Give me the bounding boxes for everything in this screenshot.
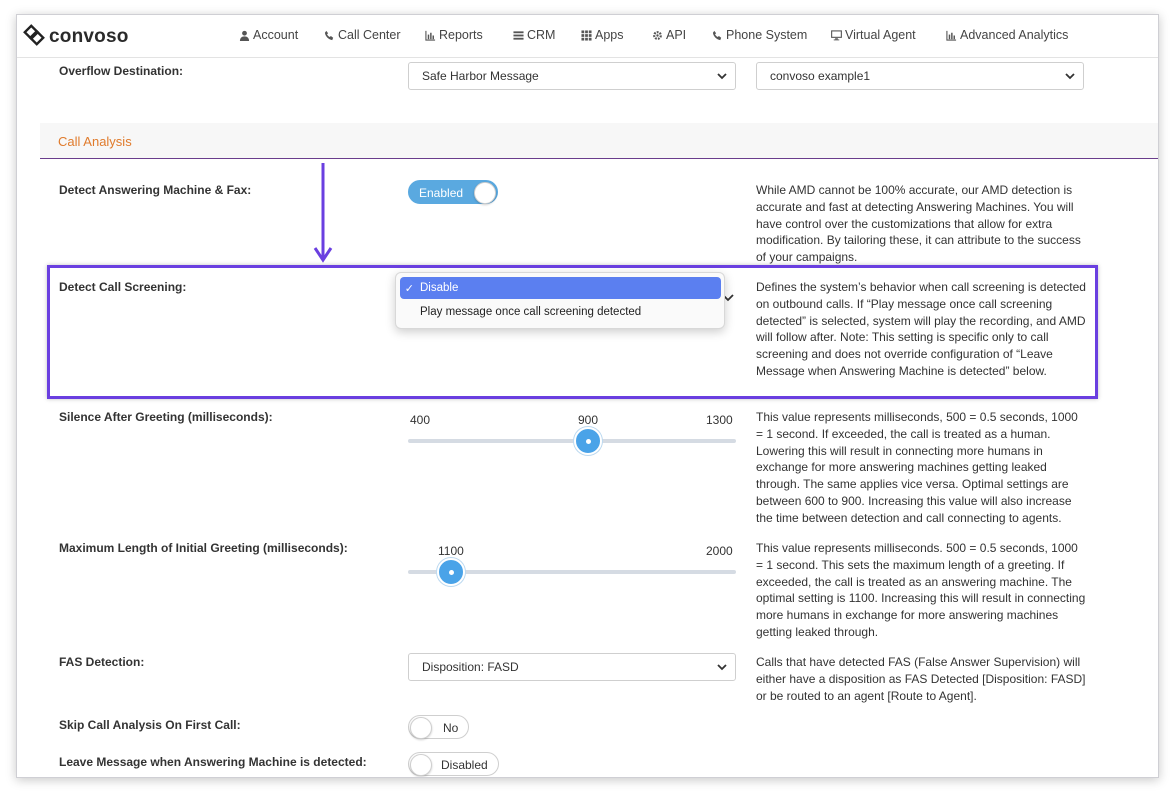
fas-description: Calls that have detected FAS (False Answ…	[756, 655, 1086, 703]
max-greeting-slider-handle[interactable]	[436, 558, 465, 586]
brand-name: convoso	[49, 26, 129, 47]
silence-min-tick: 400	[410, 413, 431, 427]
silence-max-tick: 1300	[706, 413, 733, 427]
max-greeting-description: This value represents milliseconds. 500 …	[756, 541, 1086, 639]
chevron-down-icon	[1065, 73, 1075, 80]
nav-api[interactable]: API	[652, 28, 686, 42]
option-label: Play message once call screening detecte…	[420, 306, 642, 318]
fas-label: FAS Detection:	[59, 655, 145, 669]
skip-analysis-toggle[interactable]: No	[408, 715, 469, 739]
toggle-label: No	[443, 721, 459, 735]
select-value: Disposition: FASD	[422, 660, 519, 674]
option-label: Disable	[420, 282, 459, 294]
select-value: convoso example1	[770, 69, 871, 83]
nav-label: API	[666, 28, 687, 42]
monitor-icon	[831, 29, 842, 41]
nav-label: Account	[253, 28, 299, 42]
nav-advanced-analytics[interactable]: Advanced Analytics	[946, 28, 1068, 42]
nav-label: Virtual Agent	[845, 28, 916, 42]
chevron-down-icon	[717, 664, 727, 671]
toggle-knob	[410, 717, 432, 739]
nav-reports[interactable]: Reports	[425, 28, 483, 42]
brand-logo[interactable]: convoso	[23, 23, 129, 51]
silence-label: Silence After Greeting (milliseconds):	[59, 410, 273, 424]
nav-virtual-agent[interactable]: Virtual Agent	[831, 28, 916, 42]
amd-toggle[interactable]: Enabled	[408, 180, 498, 204]
app-window: convoso Account Call Center Reports CRM …	[16, 14, 1159, 778]
call-analysis-section-header: Call Analysis	[40, 123, 1158, 159]
nav-label: Call Center	[338, 28, 401, 42]
grid-icon	[581, 29, 592, 41]
nav-label: Advanced Analytics	[960, 28, 1069, 42]
chevron-down-icon	[717, 73, 727, 80]
leave-message-toggle[interactable]: Disabled	[408, 752, 499, 776]
call-screening-dropdown[interactable]: ✓ Disable Play message once call screeni…	[395, 272, 725, 329]
leave-message-label: Leave Message when Answering Machine is …	[59, 755, 367, 769]
amd-description: While AMD cannot be 100% accurate, our A…	[756, 183, 1081, 265]
bar-chart-icon	[946, 30, 957, 41]
user-icon	[239, 30, 250, 41]
silence-value-tick: 900	[578, 413, 599, 427]
silence-slider-handle[interactable]	[574, 427, 603, 455]
skip-analysis-label: Skip Call Analysis On First Call:	[59, 718, 241, 732]
phone-icon	[712, 30, 723, 41]
nav-label: CRM	[527, 28, 556, 42]
phone-icon	[324, 30, 335, 41]
nav-label: Reports	[439, 28, 483, 42]
max-greeting-max-tick: 2000	[706, 544, 733, 558]
max-greeting-label: Maximum Length of Initial Greeting (mill…	[59, 541, 348, 555]
silence-slider-track[interactable]	[408, 439, 736, 443]
bar-chart-icon	[425, 30, 436, 41]
gear-icon	[652, 30, 663, 41]
overflow-target-select[interactable]: convoso example1	[756, 62, 1084, 90]
nav-crm[interactable]: CRM	[513, 28, 555, 42]
dropdown-option-disable[interactable]: ✓ Disable	[400, 277, 721, 299]
nav-account[interactable]: Account	[239, 28, 298, 42]
silence-description: This value represents milliseconds, 500 …	[756, 410, 1078, 525]
convoso-logo-icon	[23, 23, 45, 51]
fas-select[interactable]: Disposition: FASD	[408, 653, 736, 681]
nav-phone-system[interactable]: Phone System	[712, 28, 807, 42]
select-value: Safe Harbor Message	[422, 69, 539, 83]
nav-label: Apps	[595, 28, 624, 42]
max-greeting-value-tick: 1100	[438, 544, 464, 558]
toggle-label: Enabled	[419, 186, 464, 200]
amd-label: Detect Answering Machine & Fax:	[59, 183, 252, 197]
annotation-arrow-icon	[313, 163, 333, 263]
toggle-knob	[474, 182, 496, 204]
top-navbar: convoso Account Call Center Reports CRM …	[17, 15, 1158, 58]
nav-label: Phone System	[726, 28, 808, 42]
overflow-destination-label: Overflow Destination:	[59, 64, 184, 78]
dropdown-option-play-message[interactable]: Play message once call screening detecte…	[400, 301, 721, 323]
list-icon	[513, 30, 524, 41]
overflow-type-select[interactable]: Safe Harbor Message	[408, 62, 736, 90]
checkmark-icon: ✓	[404, 282, 414, 295]
toggle-knob	[410, 754, 432, 776]
toggle-label: Disabled	[441, 758, 488, 772]
nav-call-center[interactable]: Call Center	[324, 28, 401, 42]
section-title: Call Analysis	[58, 134, 132, 149]
nav-apps[interactable]: Apps	[581, 28, 624, 42]
